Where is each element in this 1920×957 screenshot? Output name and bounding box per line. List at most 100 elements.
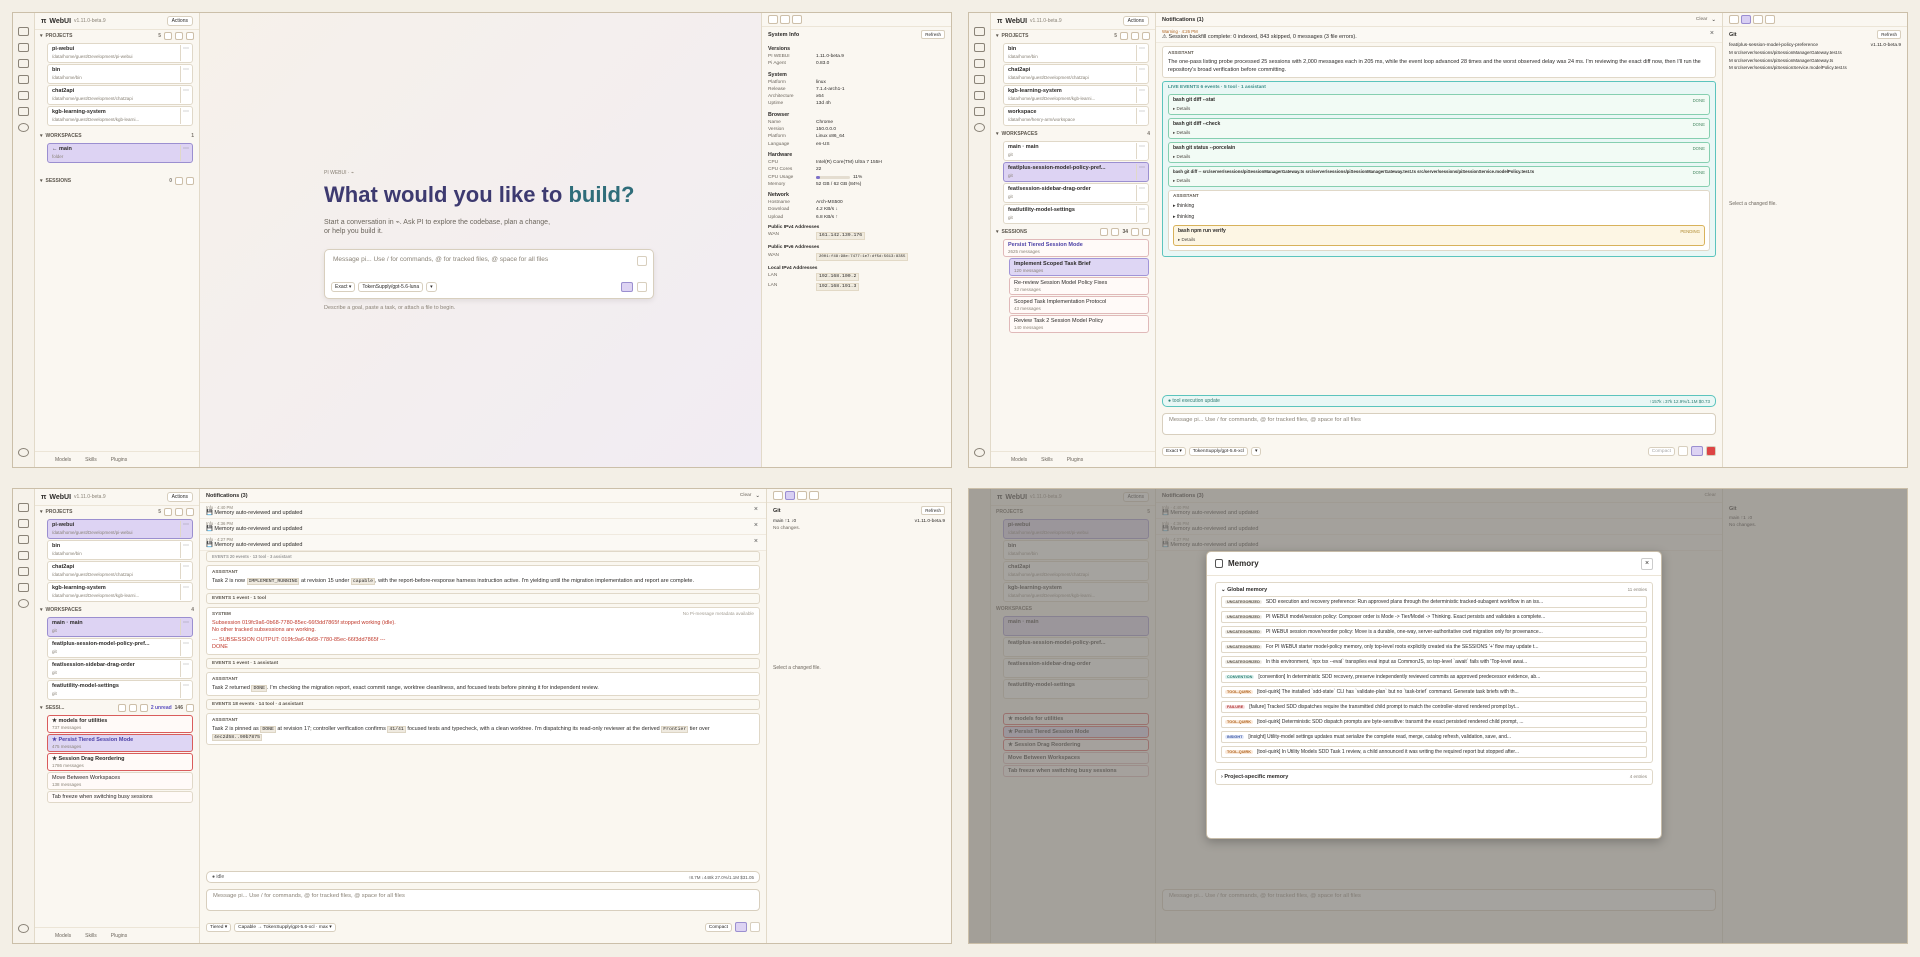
model-select[interactable]: TokenSupply/gpt-5.6-xcl	[1188, 446, 1248, 456]
memory-entry[interactable]: FAILURE [failure] Tracked SDD dispatches …	[1221, 701, 1647, 713]
details-toggle[interactable]: ▸ Details	[1173, 130, 1705, 136]
more-icon[interactable]: ⋯	[180, 542, 191, 558]
more-icon[interactable]: ⋯	[180, 66, 191, 82]
events-summary[interactable]: EVENTS 18 events · 14 tool · 4 assistant	[206, 699, 760, 710]
tool-call[interactable]: bash git diff --stat DONE ▸ Details	[1168, 94, 1710, 115]
sessions-header[interactable]: ▾ SESSIONS 0	[35, 175, 199, 187]
project-item[interactable]: bin/data/home/bin ⋯	[47, 64, 193, 84]
project-item[interactable]: bin/data/home/bin ⋯	[1003, 43, 1149, 63]
changed-file[interactable]: M src/server/sessions/piSessionService.m…	[1723, 64, 1907, 71]
projects-header[interactable]: ▾ PROJECTS 5	[35, 30, 199, 42]
more-icon[interactable]: ⋯	[180, 682, 191, 698]
more-icon[interactable]: ⋯	[1136, 45, 1147, 61]
more-icon[interactable]: ⋯	[180, 87, 191, 103]
send-button[interactable]	[621, 282, 633, 292]
message-input[interactable]: Message pi... Use / for commands, @ for …	[325, 250, 653, 269]
memory-entry[interactable]: TOOL-QUIRK [tool-quirk] Deterministic SDD…	[1221, 716, 1647, 728]
global-memory-header[interactable]: ⌄ Global memory 11 entries	[1221, 587, 1647, 593]
project-item[interactable]: kgb-learning-system/data/home/guest/Deve…	[1003, 85, 1149, 105]
project-item[interactable]: chat2api/data/home/guest/Development/cha…	[47, 85, 193, 105]
history-icon[interactable]	[974, 75, 985, 84]
git-tab-icon[interactable]	[785, 491, 795, 500]
clear-button[interactable]: Clear	[1696, 17, 1707, 22]
tag-icon[interactable]	[18, 567, 29, 576]
memory-entry[interactable]: CONVENTION [convention] In deterministic …	[1221, 671, 1647, 683]
close-icon[interactable]: ×	[1710, 30, 1714, 37]
settings-icon[interactable]	[18, 448, 29, 457]
tool-call[interactable]: bash npm run verify PENDING ▸ Details	[1173, 225, 1705, 246]
session-item[interactable]: ★ Persist Tiered Session Mode 475 message…	[47, 734, 193, 752]
more-icon[interactable]: ⋯	[1136, 87, 1147, 103]
memory-entry[interactable]: TOOL-QUIRK [tool-quirk] In Utility Models…	[1221, 746, 1647, 758]
more-icon[interactable]: ⋯	[180, 45, 191, 61]
add-icon[interactable]	[186, 704, 194, 712]
close-icon[interactable]: ×	[754, 538, 758, 545]
session-item[interactable]: Implement Scoped Task Brief 120 messages	[1009, 258, 1149, 276]
add-icon[interactable]	[186, 32, 194, 40]
filter-icon[interactable]	[128, 704, 137, 712]
stop-button[interactable]	[750, 922, 760, 932]
compact-button[interactable]: Compact	[1647, 446, 1675, 456]
workspace-item[interactable]: feat/session-sidebar-drag-order git ⋯	[47, 659, 193, 679]
settings-icon[interactable]	[18, 924, 29, 933]
tag-icon[interactable]	[18, 91, 29, 100]
info-tab-icon[interactable]	[1765, 15, 1775, 24]
session-item[interactable]: Review Task 2 Session Model Policy 140 me…	[1009, 315, 1149, 333]
workspace-item[interactable]: feat/session-sidebar-drag-order git ⋯	[1003, 183, 1149, 203]
events-summary[interactable]: EVENTS 1 event · 1 assistant	[206, 657, 760, 669]
close-icon[interactable]: ×	[1641, 557, 1653, 570]
session-item[interactable]: Scoped Task Implementation Protocol 43 me…	[1009, 296, 1149, 314]
events-summary[interactable]: EVENTS 20 events · 13 tool · 3 assistant	[206, 551, 760, 562]
message-input[interactable]: Message pi... Use / for commands, @ for …	[1162, 413, 1716, 435]
actions-button[interactable]: Actions	[166, 492, 193, 502]
sessions-header[interactable]: ▾ SESSI... 2 unread 146	[35, 702, 199, 714]
memory-entry[interactable]: UNCATEGORIZED SDD execution and recovery …	[1221, 596, 1647, 608]
close-icon[interactable]: ×	[754, 522, 758, 529]
sessions-header[interactable]: ▾ SESSIONS 34	[991, 226, 1155, 238]
more-icon[interactable]: ⋯	[180, 521, 191, 537]
folder-tab-icon[interactable]	[1729, 15, 1739, 24]
details-toggle[interactable]: ▸ Details	[1173, 178, 1705, 184]
refresh-button[interactable]: Refresh	[921, 30, 945, 39]
model-select[interactable]: TokenSupply/gpt-5.6-luna	[358, 282, 424, 292]
add-icon[interactable]	[186, 508, 194, 516]
stop-button[interactable]	[1706, 446, 1716, 456]
memory-entry[interactable]: UNCATEGORIZED For PI WEBUI starter model-…	[1221, 641, 1647, 653]
more-icon[interactable]: ⋯	[1136, 164, 1147, 180]
models-link[interactable]: Models	[55, 933, 71, 939]
branch-icon[interactable]	[974, 43, 985, 52]
more-icon[interactable]: ⋯	[180, 640, 191, 656]
workspace-item[interactable]: ← main folder ⋯	[47, 143, 193, 163]
more-icon[interactable]: ⋯	[180, 661, 191, 677]
session-item[interactable]: Re-review Session Model Policy Fixes 32 m…	[1009, 277, 1149, 295]
user-icon[interactable]	[18, 123, 29, 132]
model-select[interactable]: Capable → TokenSupply/gpt-5.6-xcl · max …	[234, 922, 336, 932]
tag-icon[interactable]	[974, 91, 985, 100]
chevron-down-icon[interactable]: ⌄	[1711, 17, 1716, 23]
queue-button[interactable]	[1678, 446, 1688, 456]
mode-select[interactable]: Exact ▾	[331, 282, 356, 292]
expand-icon[interactable]	[1120, 32, 1128, 40]
clear-button[interactable]: Clear	[740, 493, 751, 498]
project-item[interactable]: chat2api/data/home/guest/Development/cha…	[47, 561, 193, 581]
project-memory-group[interactable]: › Project-specific memory 4 entries	[1215, 769, 1653, 785]
git-tab-icon[interactable]	[1741, 15, 1751, 24]
workspace-item[interactable]: feat/utility-model-settings git ⋯	[47, 680, 193, 700]
user-icon[interactable]	[974, 123, 985, 132]
folder-tab-icon[interactable]	[773, 491, 783, 500]
monitor-icon[interactable]	[18, 107, 29, 116]
project-item[interactable]: pi-webui/data/home/guest/Development/pi-…	[47, 43, 193, 63]
more-icon[interactable]: ⋯	[1136, 185, 1147, 201]
details-toggle[interactable]: ▸ Details	[1173, 154, 1705, 160]
models-link[interactable]: Models	[1011, 457, 1027, 463]
thinking-toggle[interactable]: ▸ thinking	[1173, 203, 1705, 209]
more-icon[interactable]: ⋯	[180, 145, 191, 161]
chevron-down-icon[interactable]: ⌄	[755, 493, 760, 499]
message-input[interactable]: Message pi... Use / for commands, @ for …	[206, 889, 760, 911]
pin-icon[interactable]	[139, 704, 148, 712]
refresh-button[interactable]: Refresh	[921, 506, 945, 515]
skills-link[interactable]: Skills	[85, 933, 97, 939]
more-icon[interactable]: ⋯	[180, 563, 191, 579]
more-icon[interactable]: ⋯	[1136, 143, 1147, 159]
unread-badge[interactable]: 2 unread	[151, 705, 172, 711]
